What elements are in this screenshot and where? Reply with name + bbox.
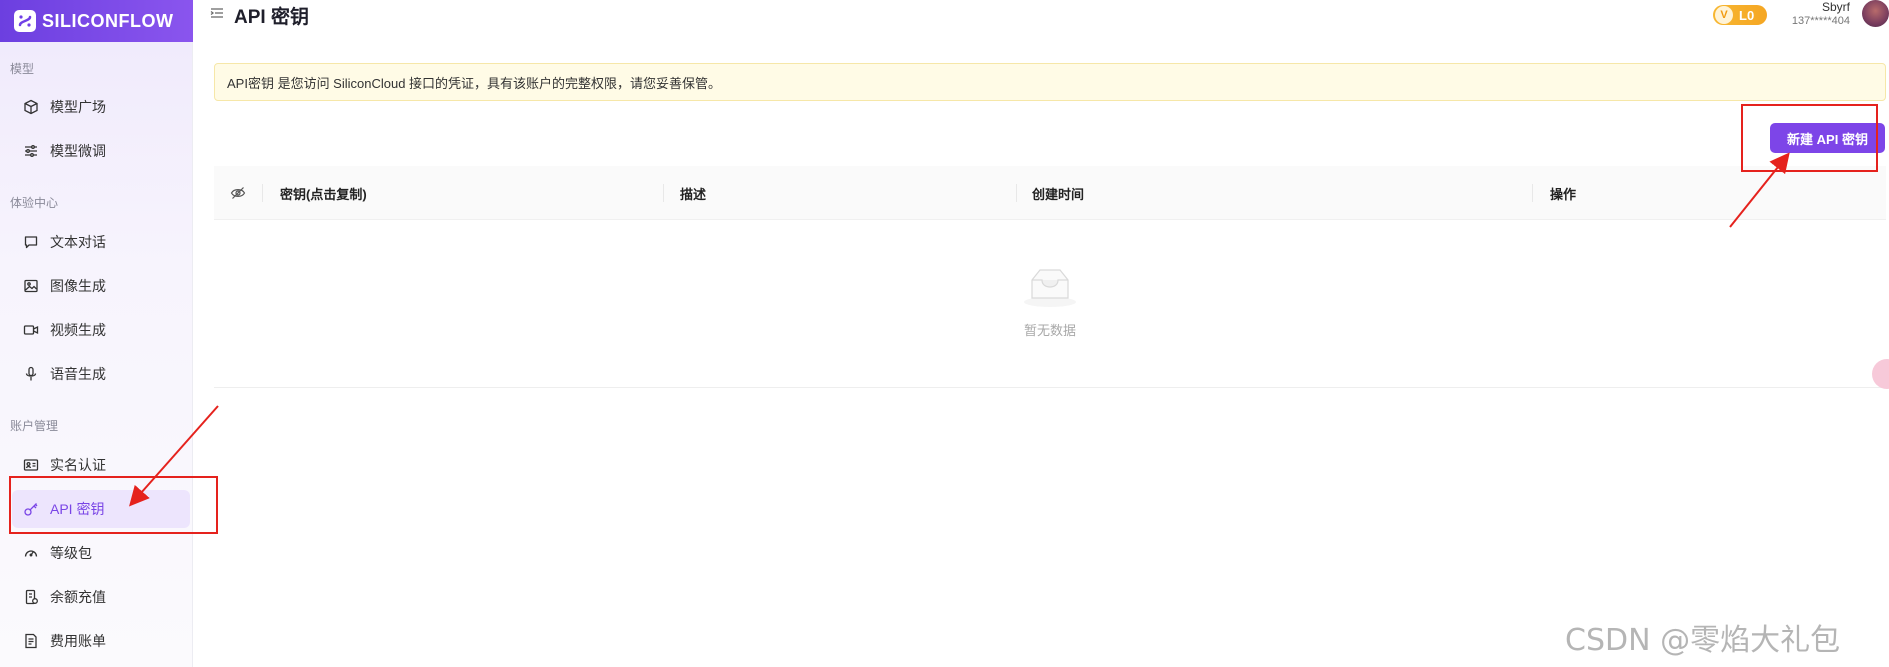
arrow-to-api-keys: [129, 405, 219, 507]
watermark: CSDN @零焰大礼包: [1565, 623, 1841, 658]
annotation-arrows: [129, 152, 1790, 507]
arrow-to-create-button: [1729, 152, 1790, 228]
